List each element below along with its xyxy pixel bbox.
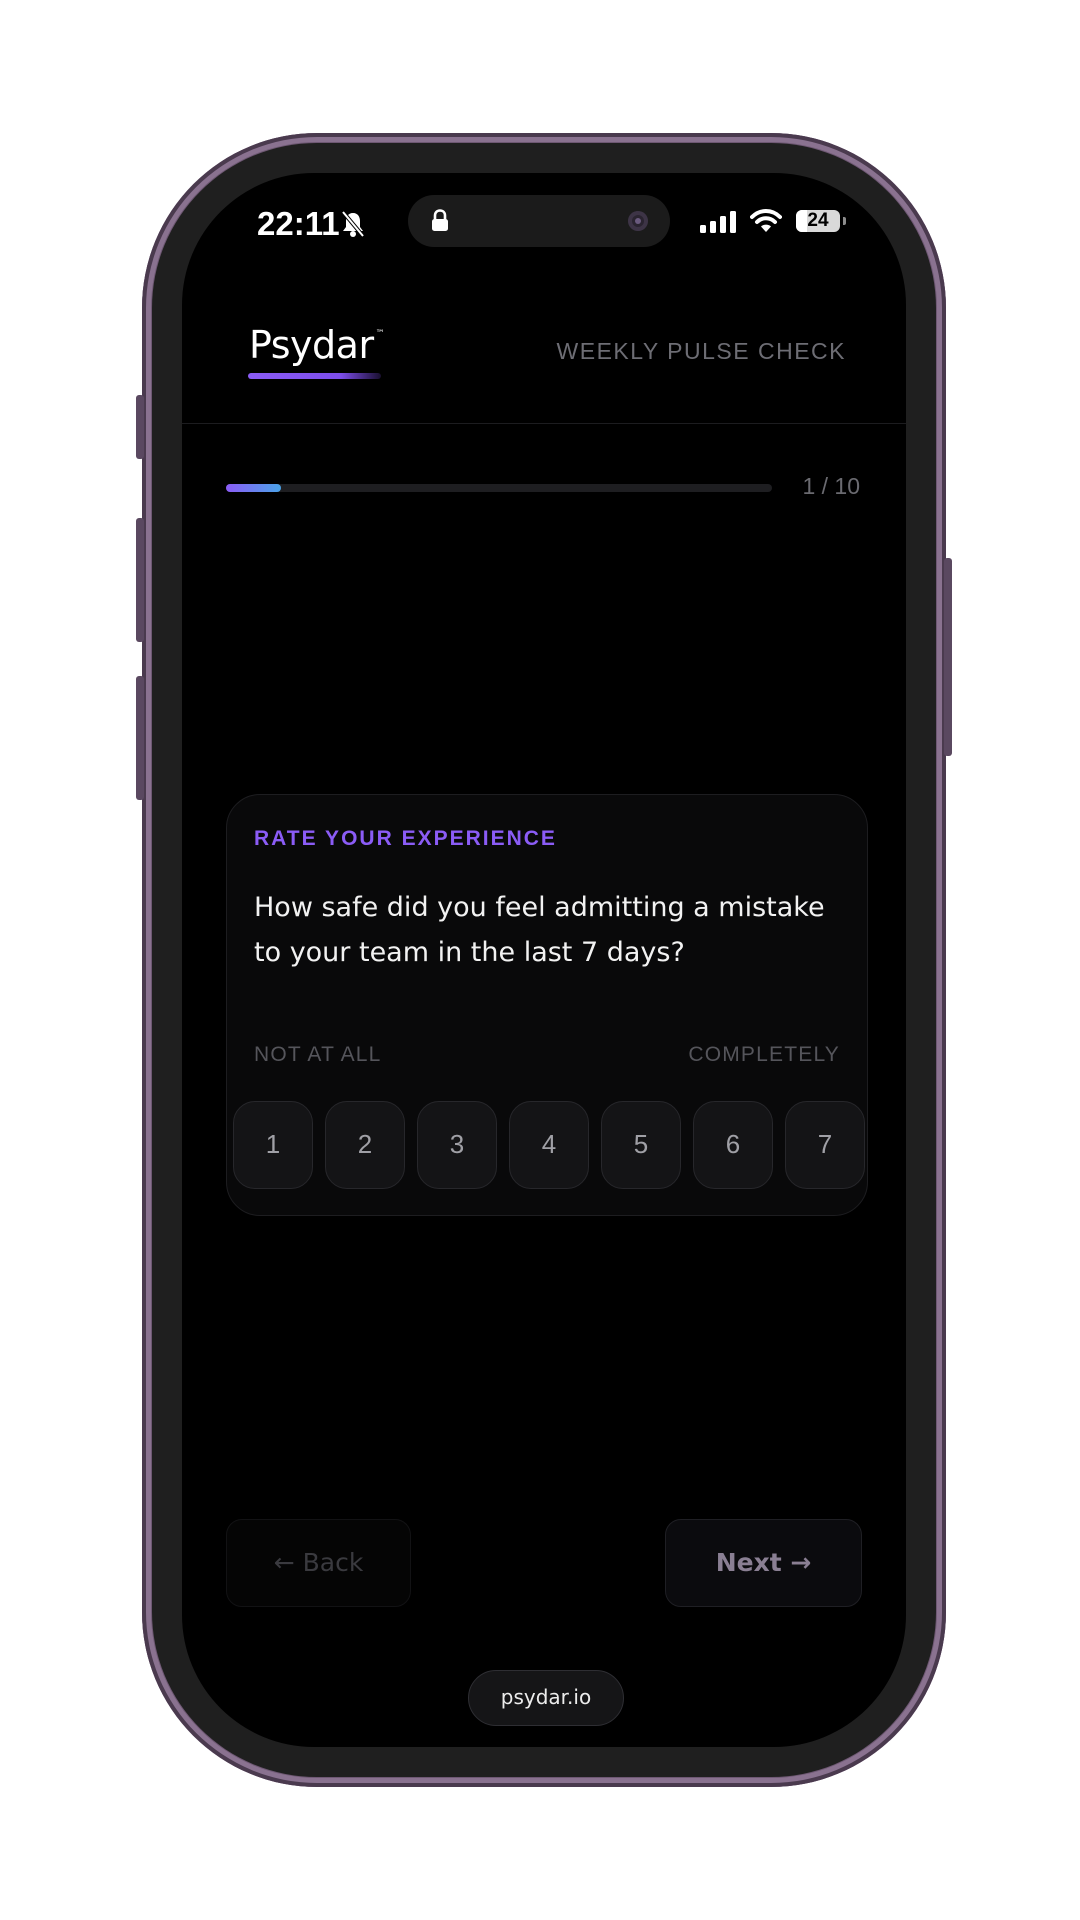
header-subtitle: WEEKLY PULSE CHECK	[556, 338, 846, 364]
scale-max-label: COMPLETELY	[688, 1043, 840, 1066]
site-link[interactable]: psydar.io	[468, 1670, 624, 1726]
phone-volume-down-button	[136, 676, 144, 800]
next-button[interactable]: Next →	[665, 1519, 862, 1607]
question-eyebrow: RATE YOUR EXPERIENCE	[254, 827, 557, 850]
logo-text: Psydar	[249, 323, 374, 367]
dynamic-island	[408, 195, 670, 247]
battery-cap	[843, 217, 846, 225]
logo-trademark: ™	[375, 329, 385, 339]
lock-icon	[432, 209, 448, 231]
scale-min-label: NOT AT ALL	[254, 1043, 382, 1066]
progress-bar	[226, 484, 772, 492]
question-card: RATE YOUR EXPERIENCE How safe did you fe…	[226, 794, 868, 1216]
phone-volume-up-button	[136, 518, 144, 642]
signal-icon	[700, 211, 736, 233]
header-divider	[182, 423, 906, 424]
phone-action-button	[136, 395, 144, 459]
camera-icon	[628, 211, 648, 231]
status-time: 22:11	[257, 205, 340, 242]
rating-option-5[interactable]: 5	[601, 1101, 681, 1189]
question-text: How safe did you feel admitting a mistak…	[254, 892, 825, 968]
rating-scale: 1 2 3 4 5 6 7	[233, 1101, 865, 1189]
rating-option-4[interactable]: 4	[509, 1101, 589, 1189]
rating-option-6[interactable]: 6	[693, 1101, 773, 1189]
phone-screen: 22:11 24 Psydar ™ WEEKLY PULSE CHECK 1 /…	[182, 173, 906, 1747]
phone-power-button	[944, 558, 952, 756]
rating-option-3[interactable]: 3	[417, 1101, 497, 1189]
rating-option-1[interactable]: 1	[233, 1101, 313, 1189]
progress-fill	[226, 484, 281, 492]
logo-underline	[248, 373, 381, 379]
rating-option-7[interactable]: 7	[785, 1101, 865, 1189]
bell-slash-icon	[341, 210, 365, 238]
back-button[interactable]: ← Back	[226, 1519, 411, 1607]
battery-percentage: 24	[807, 210, 829, 231]
progress-counter: 1 / 10	[802, 473, 860, 499]
psydar-logo[interactable]: Psydar ™	[249, 323, 385, 367]
rating-option-2[interactable]: 2	[325, 1101, 405, 1189]
battery-icon: 24	[796, 210, 840, 232]
wifi-icon	[750, 209, 782, 232]
stage: 22:11 24 Psydar ™ WEEKLY PULSE CHECK 1 /…	[0, 0, 1080, 1920]
